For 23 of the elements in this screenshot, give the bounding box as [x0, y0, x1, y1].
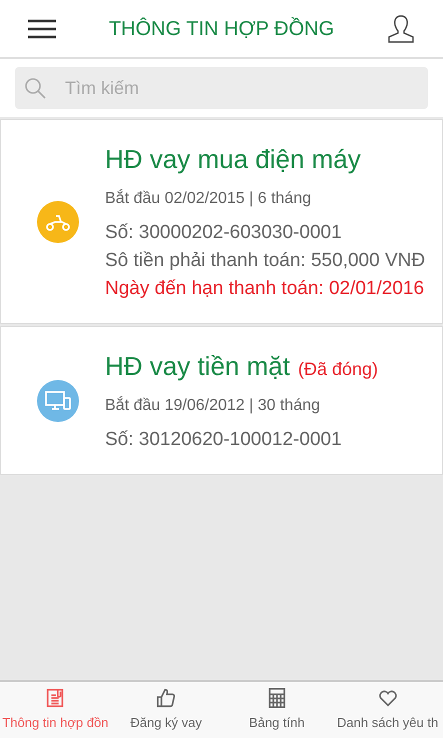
contract-number: Số: 30120620-100012-0001	[105, 428, 343, 452]
search-field[interactable]: Tìm kiếm	[15, 67, 428, 109]
start-date: Bắt đầu 02/02/2015 | 6 tháng	[105, 188, 312, 209]
thumbs-up-icon	[155, 687, 178, 710]
contract-number: Số: 30000202-603030-0001	[105, 221, 343, 245]
user-icon[interactable]	[387, 14, 415, 44]
nav-tab[interactable]: Đăng ký vay	[110, 682, 222, 738]
amount-due: Sô tiền phải thanh toán: 550,000 VNĐ	[105, 249, 426, 273]
status-label: (Đã đóng)	[298, 358, 378, 381]
start-date: Bắt đầu 19/06/2012 | 30 tháng	[105, 395, 322, 416]
contract-card[interactable]: HĐ vay tiền mặt (Đã đóng) Bắt đầu 19/06/2012 | 30 tháng Số: 30120620-100012-0001	[0, 326, 443, 475]
nav-tab[interactable]: Danh sách yêu th	[332, 682, 443, 738]
search-icon	[23, 76, 47, 100]
due-date: Ngày đến hạn thanh toán: 02/01/2016	[105, 277, 426, 301]
scooter-icon	[37, 200, 79, 242]
nav-tab[interactable]: Thông tin hợp đồn	[0, 682, 111, 738]
contract-title: HĐ vay mua điện máy	[105, 143, 361, 176]
page-title: THÔNG TIN HỢP ĐỒNG	[108, 16, 334, 42]
monitor-icon	[37, 380, 79, 422]
menu-icon[interactable]	[28, 18, 56, 38]
contract-title: HĐ vay tiền mặt	[105, 350, 290, 383]
nav-tab[interactable]: Bảng tính	[222, 682, 332, 738]
contract-card[interactable]: HĐ vay mua điện máy Bắt đầu 02/02/2015 | 6 tháng Số: 30000202-603030-0001 Sô tiền phải thanh toán: 550,000 VNĐ Ngày đến hạn thanh toán: 02/01/2016	[0, 119, 443, 324]
